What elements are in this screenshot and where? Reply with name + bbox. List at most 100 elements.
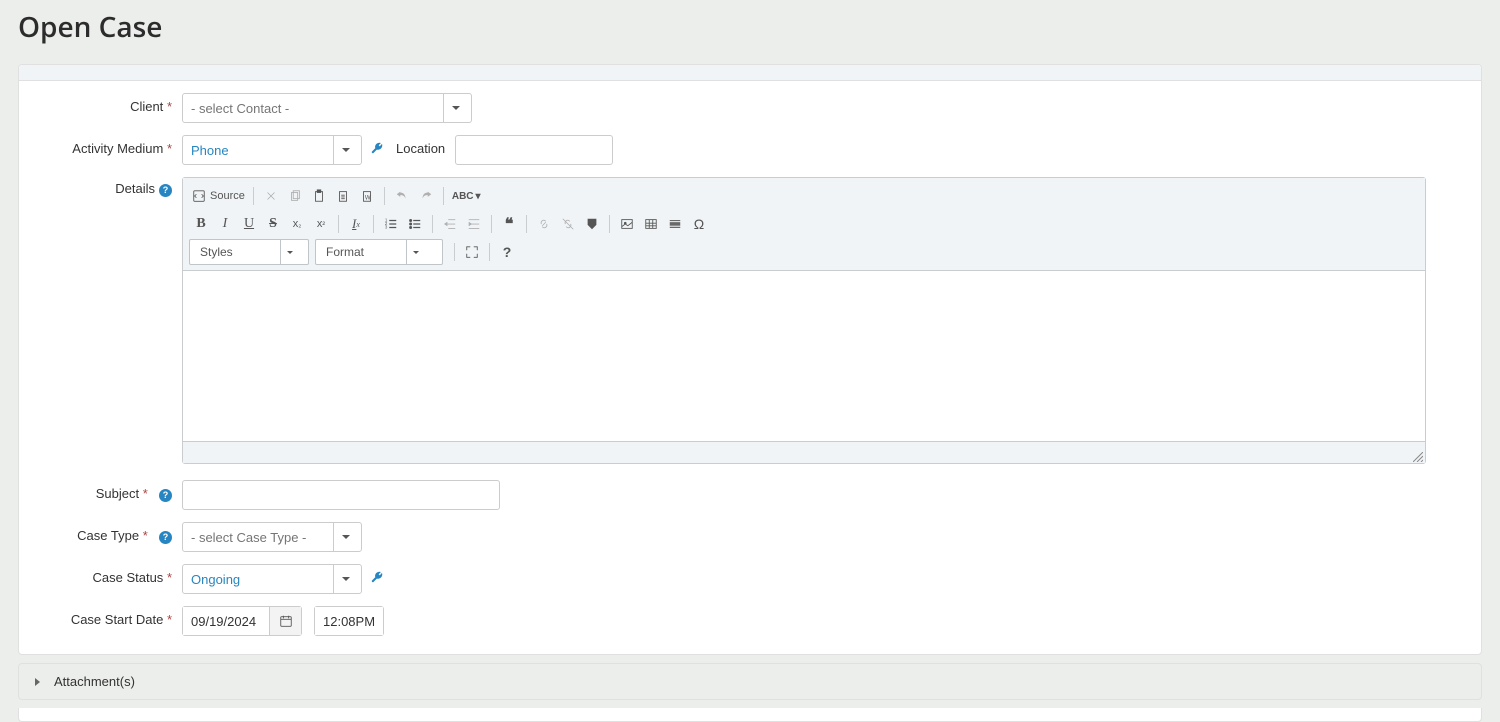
row-activity-medium: Activity Medium * Location — [37, 135, 1463, 165]
details-label-text: Details — [115, 181, 155, 196]
client-select[interactable] — [182, 93, 472, 123]
editor-source-button[interactable]: Source — [189, 184, 248, 208]
location-input[interactable] — [455, 135, 613, 165]
start-date-input[interactable] — [183, 607, 269, 635]
location-label-text: Location — [396, 141, 445, 156]
paste-icon[interactable] — [307, 184, 331, 208]
paste-text-icon[interactable] — [331, 184, 355, 208]
paste-word-icon[interactable]: W — [355, 184, 379, 208]
case-type-label: Case Type * ? — [37, 522, 182, 544]
start-date-input-group — [182, 606, 302, 636]
bullet-list-icon[interactable] — [403, 212, 427, 236]
client-select-input[interactable] — [183, 94, 443, 122]
required-marker: * — [167, 612, 172, 627]
case-status-select[interactable] — [182, 564, 362, 594]
calendar-icon[interactable] — [269, 607, 301, 635]
attachments-label: Attachment(s) — [54, 674, 135, 689]
indent-icon[interactable] — [462, 212, 486, 236]
chevron-right-icon — [35, 674, 40, 689]
client-select-caret[interactable] — [443, 94, 467, 122]
undo-icon[interactable] — [390, 184, 414, 208]
styles-dropdown[interactable]: Styles — [189, 239, 309, 265]
table-icon[interactable] — [639, 212, 663, 236]
subject-help-icon[interactable]: ? — [159, 489, 172, 502]
cut-icon[interactable] — [259, 184, 283, 208]
remove-format-icon[interactable]: Ix — [344, 212, 368, 236]
horizontal-rule-icon[interactable] — [663, 212, 687, 236]
activity-medium-select[interactable] — [182, 135, 362, 165]
image-icon[interactable] — [615, 212, 639, 236]
case-start-date-label: Case Start Date * — [37, 606, 182, 627]
strike-icon[interactable]: S — [261, 212, 285, 236]
format-dropdown-label: Format — [316, 240, 406, 264]
details-help-icon[interactable]: ? — [159, 184, 172, 197]
panel-header — [19, 65, 1481, 81]
svg-text:3: 3 — [385, 224, 388, 229]
numbered-list-icon[interactable]: 123 — [379, 212, 403, 236]
client-label-text: Client — [130, 99, 163, 114]
styles-dropdown-caret[interactable] — [280, 240, 298, 264]
start-time-input[interactable] — [315, 607, 383, 635]
italic-icon[interactable]: I — [213, 212, 237, 236]
editor-status-bar — [183, 441, 1425, 463]
blockquote-icon[interactable]: ❝ — [497, 212, 521, 236]
case-status-caret[interactable] — [333, 565, 357, 593]
row-case-status: Case Status * — [37, 564, 1463, 594]
required-marker: * — [167, 570, 172, 585]
superscript-icon[interactable]: x² — [309, 212, 333, 236]
bottom-panel-strip — [18, 708, 1482, 722]
case-type-help-icon[interactable]: ? — [159, 531, 172, 544]
case-type-label-text: Case Type — [77, 528, 139, 543]
case-type-caret[interactable] — [333, 523, 357, 551]
case-start-date-label-text: Case Start Date — [71, 612, 164, 627]
special-char-icon[interactable]: Ω — [687, 212, 711, 236]
anchor-icon[interactable] — [580, 212, 604, 236]
row-subject: Subject * ? — [37, 480, 1463, 510]
details-textarea[interactable] — [183, 271, 1425, 441]
page-title: Open Case — [0, 0, 1500, 64]
unlink-icon[interactable] — [556, 212, 580, 236]
underline-icon[interactable]: U — [237, 212, 261, 236]
details-label: Details? — [37, 177, 182, 197]
redo-icon[interactable] — [414, 184, 438, 208]
required-marker: * — [167, 141, 172, 156]
required-marker: * — [167, 99, 172, 114]
subject-input[interactable] — [182, 480, 500, 510]
attachments-accordion: Attachment(s) — [18, 663, 1482, 700]
activity-medium-caret[interactable] — [333, 136, 357, 164]
copy-icon[interactable] — [283, 184, 307, 208]
open-case-form-panel: Client * Activity Medium * — [18, 64, 1482, 655]
row-details: Details? Source — [37, 177, 1463, 464]
activity-medium-input[interactable] — [183, 136, 333, 164]
case-type-select[interactable] — [182, 522, 362, 552]
maximize-icon[interactable] — [460, 240, 484, 264]
bold-icon[interactable]: B — [189, 212, 213, 236]
format-dropdown[interactable]: Format — [315, 239, 443, 265]
about-icon[interactable]: ? — [495, 240, 519, 264]
case-status-wrench-icon[interactable] — [370, 564, 384, 587]
link-icon[interactable] — [532, 212, 556, 236]
client-label: Client * — [37, 93, 182, 114]
subject-label-text: Subject — [96, 486, 139, 501]
styles-dropdown-label: Styles — [190, 240, 280, 264]
activity-medium-wrench-icon[interactable] — [370, 135, 384, 158]
case-status-label-text: Case Status — [92, 570, 163, 585]
subject-label: Subject * ? — [37, 480, 182, 502]
editor-resize-handle[interactable] — [1413, 452, 1423, 462]
row-case-start-date: Case Start Date * — [37, 606, 1463, 636]
case-status-label: Case Status * — [37, 564, 182, 585]
row-client: Client * — [37, 93, 1463, 123]
activity-medium-label: Activity Medium * — [37, 135, 182, 156]
outdent-icon[interactable] — [438, 212, 462, 236]
details-editor: Source W ABC▾ — [182, 177, 1426, 464]
case-status-input[interactable] — [183, 565, 333, 593]
editor-toolbar: Source W ABC▾ — [183, 178, 1425, 271]
required-marker: * — [143, 528, 148, 543]
spellcheck-icon[interactable]: ABC▾ — [449, 184, 484, 208]
format-dropdown-caret[interactable] — [406, 240, 424, 264]
start-time-input-group — [314, 606, 384, 636]
case-type-input[interactable] — [183, 523, 333, 551]
row-case-type: Case Type * ? — [37, 522, 1463, 552]
attachments-header[interactable]: Attachment(s) — [19, 664, 1481, 699]
subscript-icon[interactable]: x₂ — [285, 212, 309, 236]
